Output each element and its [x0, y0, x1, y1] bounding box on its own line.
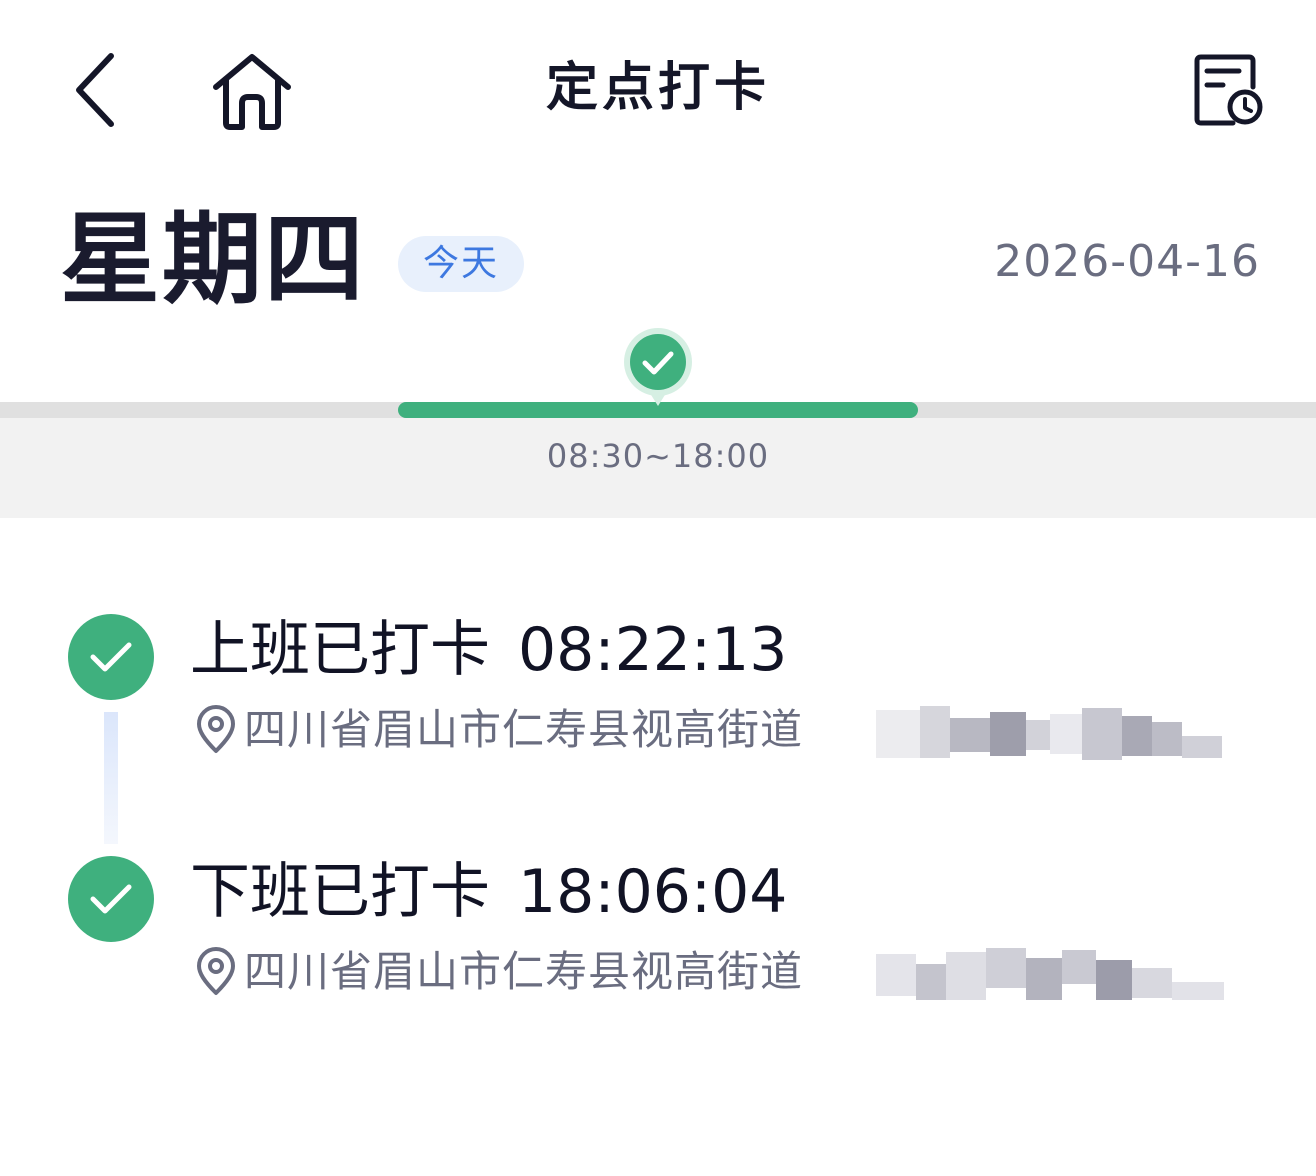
check-icon	[68, 856, 154, 942]
record-address-row: 四川省眉山市仁寿县视高街道	[194, 700, 803, 760]
check-icon	[68, 614, 154, 700]
shift-time-label: 08:30~18:00	[546, 437, 770, 475]
today-badge: 今天	[398, 236, 524, 292]
record-time: 08:22:13	[518, 615, 788, 685]
location-pin-icon	[197, 947, 235, 995]
record-title: 下班已打卡 18:06:04	[190, 850, 787, 934]
clock-in-record: 上班已打卡 08:22:13 四川省眉山市仁寿县视高街道	[0, 608, 1316, 768]
back-button[interactable]	[58, 46, 134, 134]
redacted-address-blur	[876, 944, 1228, 1006]
record-status: 上班已打卡	[190, 615, 490, 685]
record-address-row: 四川省眉山市仁寿县视高街道	[194, 942, 803, 1002]
home-icon	[213, 54, 291, 130]
record-time: 18:06:04	[518, 857, 788, 927]
chevron-left-icon	[76, 53, 114, 127]
date-label: 2026-04-16	[994, 236, 1260, 287]
redacted-address-blur	[876, 702, 1228, 764]
clock-out-record: 下班已打卡 18:06:04 四川省眉山市仁寿县视高街道	[0, 850, 1316, 1010]
top-bar: 定点打卡	[0, 0, 1316, 180]
record-address: 四川省眉山市仁寿县视高街道	[244, 947, 804, 996]
records-button[interactable]	[1184, 46, 1274, 136]
record-title: 上班已打卡 08:22:13	[190, 608, 787, 692]
weekday-label: 星期四	[60, 201, 366, 318]
page-title: 定点打卡	[545, 58, 770, 118]
home-button[interactable]	[204, 46, 300, 136]
check-marker-icon	[624, 328, 692, 406]
document-clock-icon	[1194, 54, 1263, 126]
record-address: 四川省眉山市仁寿县视高街道	[244, 705, 804, 754]
record-status: 下班已打卡	[190, 857, 490, 927]
location-pin-icon	[197, 705, 235, 753]
